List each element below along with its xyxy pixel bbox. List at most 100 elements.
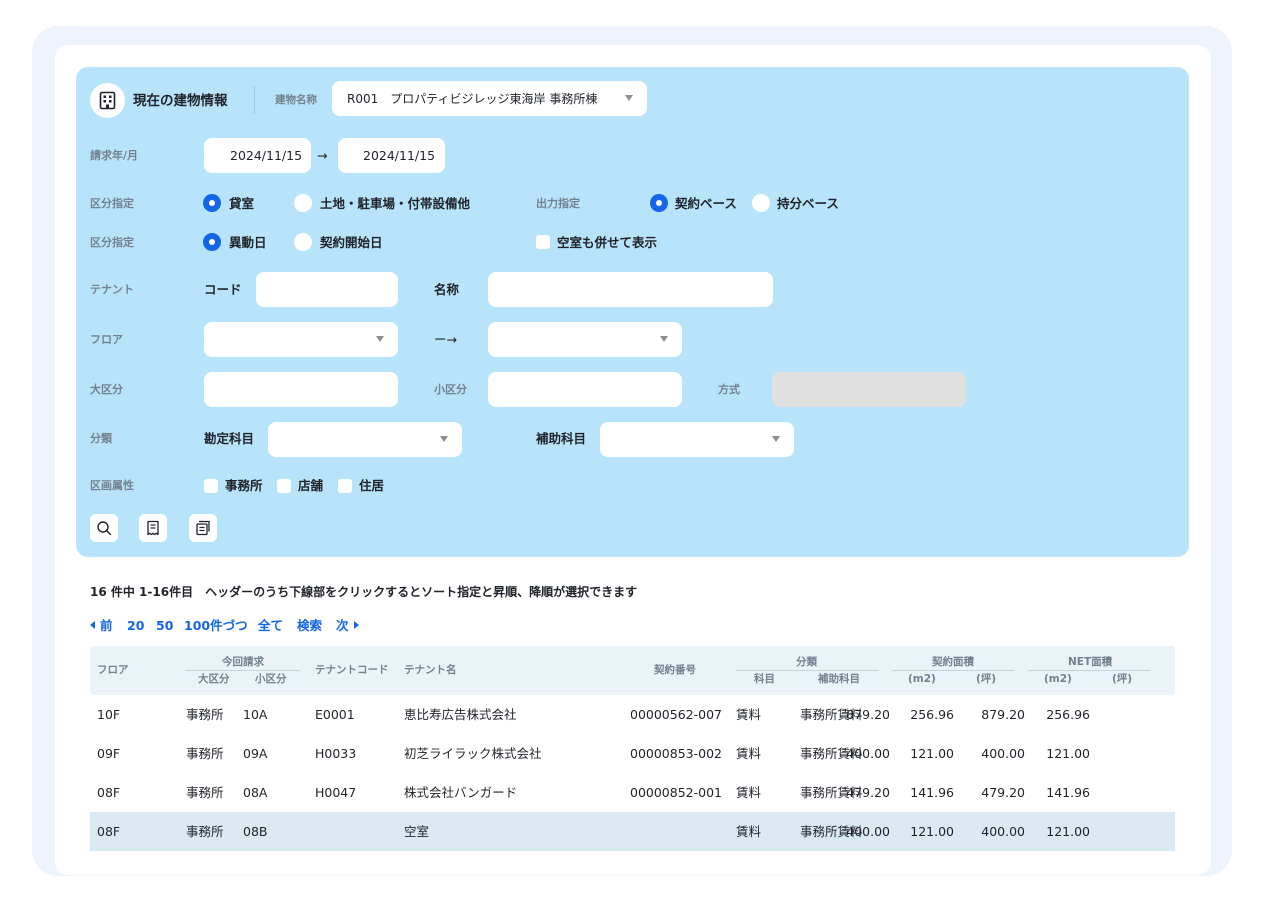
radio-rental-room[interactable]	[203, 194, 221, 212]
pager-50[interactable]: 50	[156, 618, 173, 634]
col-net-m2[interactable]: (m2)	[1044, 673, 1072, 686]
attr-residence-checkbox[interactable]	[338, 479, 352, 493]
cell-code: E0001	[315, 707, 355, 722]
page-title: 現在の建物情報	[133, 93, 228, 109]
pager-20[interactable]: 20	[127, 618, 144, 634]
radio-change-date[interactable]	[203, 233, 221, 251]
date-to-input[interactable]: 2024/11/15	[338, 138, 445, 173]
cell-cm2: 879.20	[846, 707, 890, 722]
subaccount-select[interactable]	[600, 422, 794, 457]
col-net-tsubo[interactable]: (坪)	[1112, 673, 1132, 686]
date-to-value: 2024/11/15	[363, 148, 436, 163]
pager-next[interactable]: 次	[336, 618, 349, 634]
method-input	[772, 372, 966, 407]
col-subaccount[interactable]: 補助科目	[818, 673, 860, 686]
chevron-down-icon	[376, 336, 384, 342]
tenant-name-input[interactable]	[488, 272, 773, 307]
attr-office-checkbox[interactable]	[204, 479, 218, 493]
floor-to-select[interactable]	[488, 322, 682, 357]
attr-shop-checkbox[interactable]	[277, 479, 291, 493]
chevron-down-icon	[625, 95, 633, 101]
cell-cm2: 479.20	[846, 785, 890, 800]
output-label: 出力指定	[536, 197, 580, 210]
radio-change-date-label: 異動日	[229, 235, 267, 250]
vacant-checkbox-label: 空室も併せて表示	[557, 235, 658, 250]
date-from-input[interactable]: 2024/11/15	[204, 138, 311, 173]
pager-all[interactable]: 全て	[258, 618, 283, 634]
col-class: 分類	[796, 656, 817, 668]
col-contract-area-divider	[892, 670, 1014, 671]
col-item[interactable]: 科目	[754, 673, 775, 686]
cell-large: 事務所	[186, 785, 224, 800]
cell-cm2: 400.00	[846, 824, 890, 839]
large-category-input[interactable]	[204, 372, 398, 407]
cell-small: 09A	[243, 746, 268, 761]
account-select[interactable]	[268, 422, 462, 457]
col-contract-tsubo[interactable]: (坪)	[976, 673, 996, 686]
cell-ctsubo: 256.96	[910, 707, 954, 722]
cell-floor: 10F	[97, 707, 121, 722]
cell-item: 賃料	[736, 707, 762, 722]
tenant-label: テナント	[90, 283, 134, 296]
col-contract-area: 契約面積	[932, 656, 974, 668]
tenant-code-label: コード	[204, 282, 242, 297]
radio-share-base[interactable]	[752, 194, 770, 212]
cell-name: 株式会社バンガード	[404, 785, 518, 800]
cell-floor: 08F	[97, 824, 121, 839]
building-select[interactable]: R001 プロパティビジレッジ東海岸 事務所棟	[332, 81, 647, 116]
radio-contract-start[interactable]	[294, 233, 312, 251]
col-contract[interactable]: 契約番号	[654, 664, 696, 677]
small-category-input[interactable]	[488, 372, 682, 407]
col-tenant-code[interactable]: テナントコード	[315, 664, 389, 677]
col-small[interactable]: 小区分	[255, 673, 287, 686]
report-button[interactable]	[189, 514, 217, 542]
search-button[interactable]	[90, 514, 118, 542]
chevron-down-icon	[772, 436, 780, 442]
cell-item: 賃料	[736, 785, 762, 800]
category-label: 区分指定	[90, 197, 134, 210]
cell-nm2: 400.00	[981, 746, 1025, 761]
cell-name: 空室	[404, 824, 430, 839]
large-category-label: 大区分	[90, 383, 123, 396]
radio-land-parking[interactable]	[294, 194, 312, 212]
report-icon	[196, 520, 210, 536]
receipt-button[interactable]	[139, 514, 167, 542]
pager-search[interactable]: 検索	[297, 618, 322, 634]
col-tenant-name[interactable]: テナント名	[404, 664, 457, 677]
method-label: 方式	[718, 383, 740, 396]
table-row[interactable]: 08F 事務所 08A H0047 株式会社バンガード 00000852-001 賃料 事務所…	[90, 773, 1175, 812]
radio-land-parking-label: 土地・駐車場・付帯設備他	[320, 196, 471, 211]
col-large[interactable]: 大区分	[198, 673, 230, 686]
results-summary: 16 件中 1-16件目 ヘッダーのうち下線部をクリックするとソート指定と昇順、…	[90, 585, 638, 599]
radio-share-base-label: 持分ベース	[777, 196, 839, 211]
floor-range-arrow: ー→	[434, 332, 457, 347]
classification-label: 分類	[90, 432, 112, 445]
attr-office-label: 事務所	[225, 478, 263, 493]
date-range-arrow: →	[317, 148, 328, 163]
pager-prev[interactable]: 前	[100, 618, 113, 634]
cell-floor: 08F	[97, 785, 121, 800]
col-class-divider	[736, 670, 879, 671]
floor-from-select[interactable]	[204, 322, 398, 357]
cell-contract: 00000852-001	[630, 785, 722, 800]
col-floor[interactable]: フロア	[97, 664, 129, 677]
table-row[interactable]: 10F 事務所 10A E0001 恵比寿広告株式会社 00000562-007 賃料 事務所…	[90, 695, 1175, 734]
chevron-left-icon[interactable]	[90, 621, 95, 629]
pager-100[interactable]: 100件づつ	[184, 618, 248, 634]
cell-contract: 00000562-007	[630, 707, 722, 722]
cell-floor: 09F	[97, 746, 121, 761]
table-row[interactable]: 08F 事務所 08B 空室 賃料 事務所賃料 400.00 121.00 400.00 121.…	[90, 812, 1175, 851]
cell-contract: 00000853-002	[630, 746, 722, 761]
vacant-checkbox[interactable]	[536, 235, 550, 249]
subaccount-label: 補助科目	[536, 431, 587, 446]
chevron-right-icon[interactable]	[354, 621, 359, 629]
table-row[interactable]: 09F 事務所 09A H0033 初芝ライラック株式会社 00000853-002 賃料事…	[90, 734, 1175, 773]
tenant-code-input[interactable]	[256, 272, 398, 307]
col-contract-m2[interactable]: (m2)	[908, 673, 936, 686]
col-billing: 今回請求	[222, 656, 264, 668]
category2-label: 区分指定	[90, 236, 134, 249]
building-label: 建物名称	[275, 94, 317, 106]
radio-contract-base[interactable]	[650, 194, 668, 212]
cell-cm2: 400.00	[846, 746, 890, 761]
cell-ntsubo: 256.96	[1046, 707, 1090, 722]
